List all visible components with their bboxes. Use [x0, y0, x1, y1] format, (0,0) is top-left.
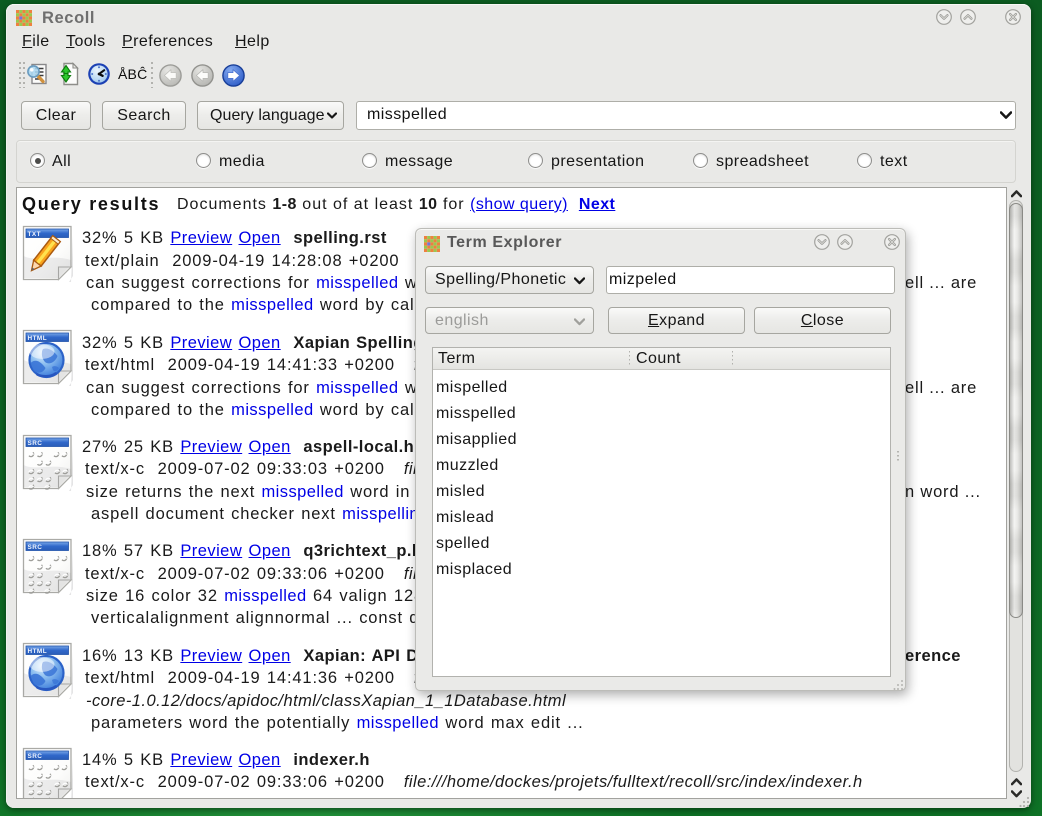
svg-text:HTML: HTML [28, 335, 48, 342]
svg-text:SRC: SRC [28, 752, 43, 759]
svg-text:SRC: SRC [28, 544, 43, 551]
svg-text:SRC: SRC [28, 439, 43, 446]
svg-text:TXT: TXT [28, 231, 41, 238]
svg-text:HTML: HTML [28, 648, 48, 655]
